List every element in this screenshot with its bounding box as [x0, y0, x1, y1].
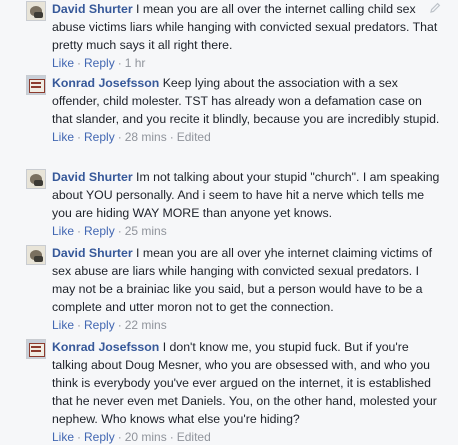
comment-body: David Shurter Im not talking about your …	[52, 168, 440, 239]
comment-author[interactable]: David Shurter	[52, 170, 133, 184]
separator: ·	[77, 130, 82, 144]
reply-button[interactable]: Reply	[84, 130, 115, 144]
like-button[interactable]: Like	[52, 224, 74, 238]
comment-text: Konrad Josefsson I don't know me, you st…	[52, 338, 440, 428]
comment-timestamp[interactable]: 22 mins	[125, 318, 167, 332]
separator: ·	[117, 318, 122, 332]
separator: ·	[77, 224, 82, 238]
pencil-icon[interactable]	[428, 1, 442, 15]
comment-timestamp[interactable]: 1 hr	[125, 56, 146, 70]
comment-author[interactable]: David Shurter	[52, 2, 133, 16]
avatar[interactable]	[26, 339, 46, 359]
comment-author[interactable]: David Shurter	[52, 246, 133, 260]
comment-body: Konrad Josefsson Keep lying about the as…	[52, 74, 440, 145]
comment-actions: Like · Reply · 25 mins	[52, 223, 440, 239]
edited-label[interactable]: Edited	[177, 130, 211, 144]
comment-actions: Like · Reply · 28 mins · Edited	[52, 129, 440, 145]
comment-body: David Shurter I mean you are all over yh…	[52, 244, 440, 333]
separator: ·	[117, 56, 122, 70]
comment-author[interactable]: Konrad Josefsson	[52, 340, 159, 354]
comment-timestamp[interactable]: 28 mins	[125, 130, 167, 144]
comment-body: Konrad Josefsson I don't know me, you st…	[52, 338, 440, 445]
separator: ·	[77, 318, 82, 332]
separator: ·	[117, 130, 122, 144]
avatar[interactable]	[26, 169, 46, 189]
like-button[interactable]: Like	[52, 318, 74, 332]
like-button[interactable]: Like	[52, 130, 74, 144]
reply-button[interactable]: Reply	[84, 56, 115, 70]
avatar[interactable]	[26, 245, 46, 265]
separator: ·	[77, 56, 82, 70]
avatar[interactable]	[26, 75, 46, 95]
avatar[interactable]	[26, 1, 46, 21]
comment-actions: Like · Reply · 1 hr	[52, 55, 440, 71]
comment-actions: Like · Reply · 22 mins	[52, 317, 440, 333]
like-button[interactable]: Like	[52, 56, 74, 70]
comment-timestamp[interactable]: 25 mins	[125, 224, 167, 238]
reply-button[interactable]: Reply	[84, 224, 115, 238]
separator: ·	[169, 130, 174, 144]
comment-text: Konrad Josefsson Keep lying about the as…	[52, 74, 440, 128]
comment-actions: Like · Reply · 20 mins · Edited	[52, 429, 440, 445]
comment-author[interactable]: Konrad Josefsson	[52, 76, 159, 90]
comment-body: David Shurter I mean you are all over th…	[52, 0, 440, 71]
reply-button[interactable]: Reply	[84, 318, 115, 332]
comment-text: David Shurter Im not talking about your …	[52, 168, 440, 222]
separator: ·	[117, 224, 122, 238]
comment-text: David Shurter I mean you are all over th…	[52, 0, 440, 54]
comment-text: David Shurter I mean you are all over yh…	[52, 244, 440, 316]
comment-thread: David Shurter I mean you are all over th…	[0, 0, 458, 445]
